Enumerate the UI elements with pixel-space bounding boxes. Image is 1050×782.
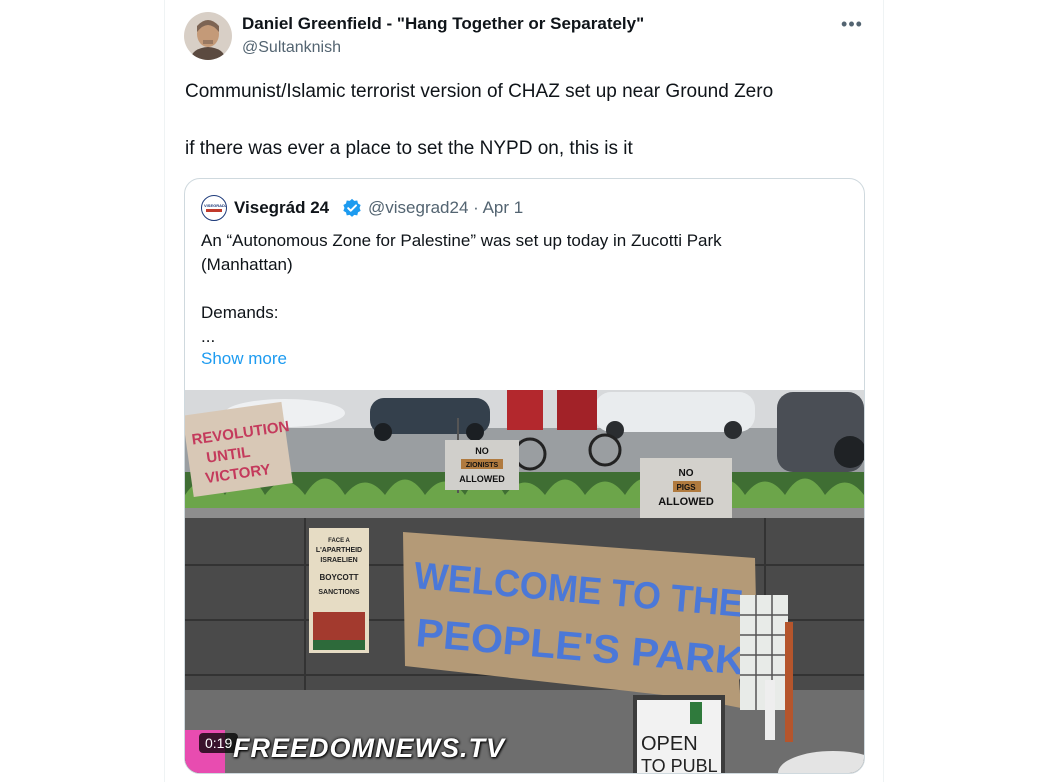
avatar[interactable] [184,12,232,60]
sign-text-to-public: TO PUBL [641,756,718,773]
tweet-text-line: if there was ever a place to set the NYP… [185,138,633,159]
quoted-author-avatar[interactable]: VISEGRAD24 [201,195,227,221]
poster-text: L'APARTHEID [316,547,362,554]
sign-text-allowed: ALLOWED [459,474,505,484]
more-horizontal-icon: ••• [841,13,863,34]
quoted-text-line: An “Autonomous Zone for Palestine” was s… [201,231,722,250]
video-watermark: FREEDOMNEWS.TV [233,733,506,763]
poster-text: ISRAELIEN [320,557,357,564]
sign-text-zionists: ZIONISTS [466,462,499,469]
quoted-text-line: Demands: [201,303,279,322]
video-player[interactable]: REVOLUTION UNTIL VICTORY NO ZIONISTS ALL… [185,390,864,773]
poster-text: FACE A [328,538,350,544]
quoted-avatar-logo-text: VISEGRAD24 [204,203,227,208]
quoted-text-line: ... [201,327,216,346]
timeline-border-right [883,0,884,782]
author-display-name[interactable]: Daniel Greenfield - "Hang Together or Se… [242,14,644,34]
poster-text: SANCTIONS [318,589,360,596]
quoted-tweet-card[interactable]: VISEGRAD24 Visegrád 24 @visegrad24 · Apr… [184,178,865,774]
video-frame: REVOLUTION UNTIL VICTORY NO ZIONISTS ALL… [185,390,864,773]
more-options-button[interactable]: ••• [836,10,868,38]
poster-text: BOYCOTT [319,573,358,582]
sign-text-pigs-allowed: ALLOWED [658,496,714,508]
sign-text-no: NO [475,446,489,456]
quoted-text-line: (Manhattan) [201,255,293,274]
quoted-author-name[interactable]: Visegrád 24 [234,198,329,218]
sign-text-pigs: PIGS [676,483,696,492]
verified-badge-icon [343,198,361,217]
tweet-text-line: Communist/Islamic terrorist version of C… [185,81,774,102]
timeline-border-left [164,0,165,782]
author-handle[interactable]: @Sultanknish [242,39,341,57]
show-more-link[interactable]: Show more [201,349,287,369]
sign-text-no-pigs: NO [679,468,694,479]
sign-text-open: OPEN [641,733,698,755]
quoted-handle-date[interactable]: @visegrad24 · Apr 1 [368,198,523,218]
quoted-avatar-logo-bar [206,209,222,212]
